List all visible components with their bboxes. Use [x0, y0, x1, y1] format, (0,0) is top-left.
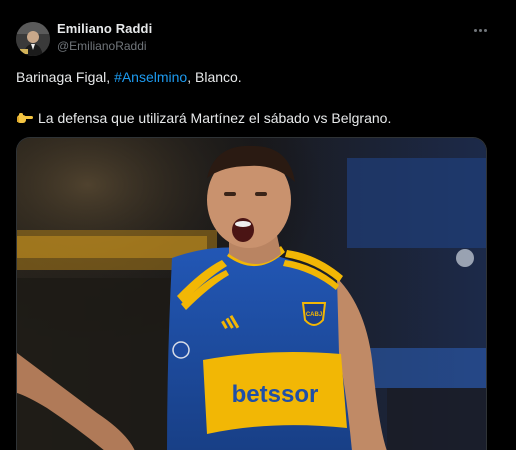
- author-display-name[interactable]: Emiliano Raddi: [57, 21, 152, 36]
- pointing-right-emoji-icon: [16, 111, 34, 128]
- author-avatar[interactable]: [16, 22, 50, 56]
- post-text-segment: La defensa que utilizará Martínez el sáb…: [38, 110, 392, 126]
- crest-text: CABJ: [306, 312, 322, 318]
- more-options-icon[interactable]: [470, 22, 490, 38]
- author-handle[interactable]: @EmilianoRaddi: [57, 39, 147, 53]
- hashtag-link[interactable]: #Anselmino: [114, 69, 187, 85]
- post-text-segment: Barinaga Figal,: [16, 69, 115, 85]
- post-text-line-1: Barinaga Figal, #Anselmino, Blanco.: [16, 69, 242, 85]
- post-media-photo[interactable]: CABJ betssor: [16, 137, 487, 450]
- tweet: Emiliano Raddi @EmilianoRaddi Barinaga F…: [0, 0, 516, 450]
- post-text-line-2: La defensa que utilizará Martínez el sáb…: [16, 110, 391, 128]
- sponsor-text: betssor: [232, 381, 319, 408]
- post-text-segment: , Blanco.: [187, 69, 242, 85]
